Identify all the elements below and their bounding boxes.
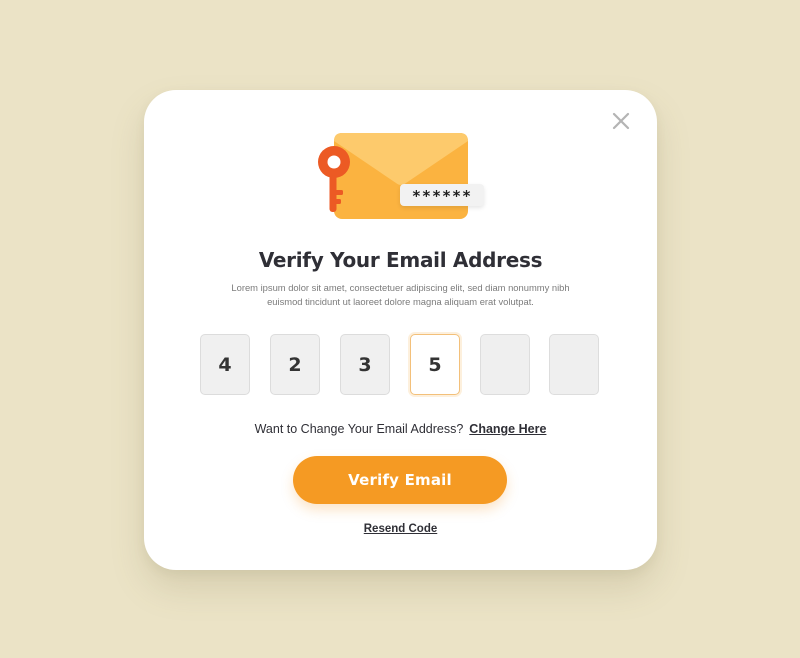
verify-email-button[interactable]: Verify Email — [293, 456, 507, 504]
change-here-link[interactable]: Change Here — [469, 422, 546, 436]
code-digit-4[interactable]: 5 — [410, 334, 460, 395]
code-digit-1[interactable]: 4 — [200, 334, 250, 395]
email-key-illustration: ****** — [316, 130, 486, 222]
code-digit-5[interactable] — [480, 334, 530, 395]
description-text: Lorem ipsum dolor sit amet, consectetuer… — [231, 282, 570, 307]
change-email-row: Want to Change Your Email Address? Change… — [144, 422, 657, 436]
verification-code-input: 4 2 3 5 — [200, 334, 602, 397]
code-digit-3[interactable]: 3 — [340, 334, 390, 395]
resend-code-link[interactable]: Resend Code — [144, 523, 657, 535]
change-email-prompt: Want to Change Your Email Address? — [254, 422, 464, 436]
key-icon — [318, 146, 350, 212]
page-title: Verify Your Email Address — [258, 248, 543, 272]
code-digit-2[interactable]: 2 — [270, 334, 320, 395]
code-digit-6[interactable] — [549, 334, 599, 395]
close-button[interactable] — [610, 110, 632, 132]
password-mask: ****** — [400, 184, 484, 206]
verify-email-dialog: ****** Verify Your Email Address Lorem i… — [144, 90, 657, 570]
envelope-icon — [334, 133, 468, 219]
close-icon — [612, 112, 630, 130]
